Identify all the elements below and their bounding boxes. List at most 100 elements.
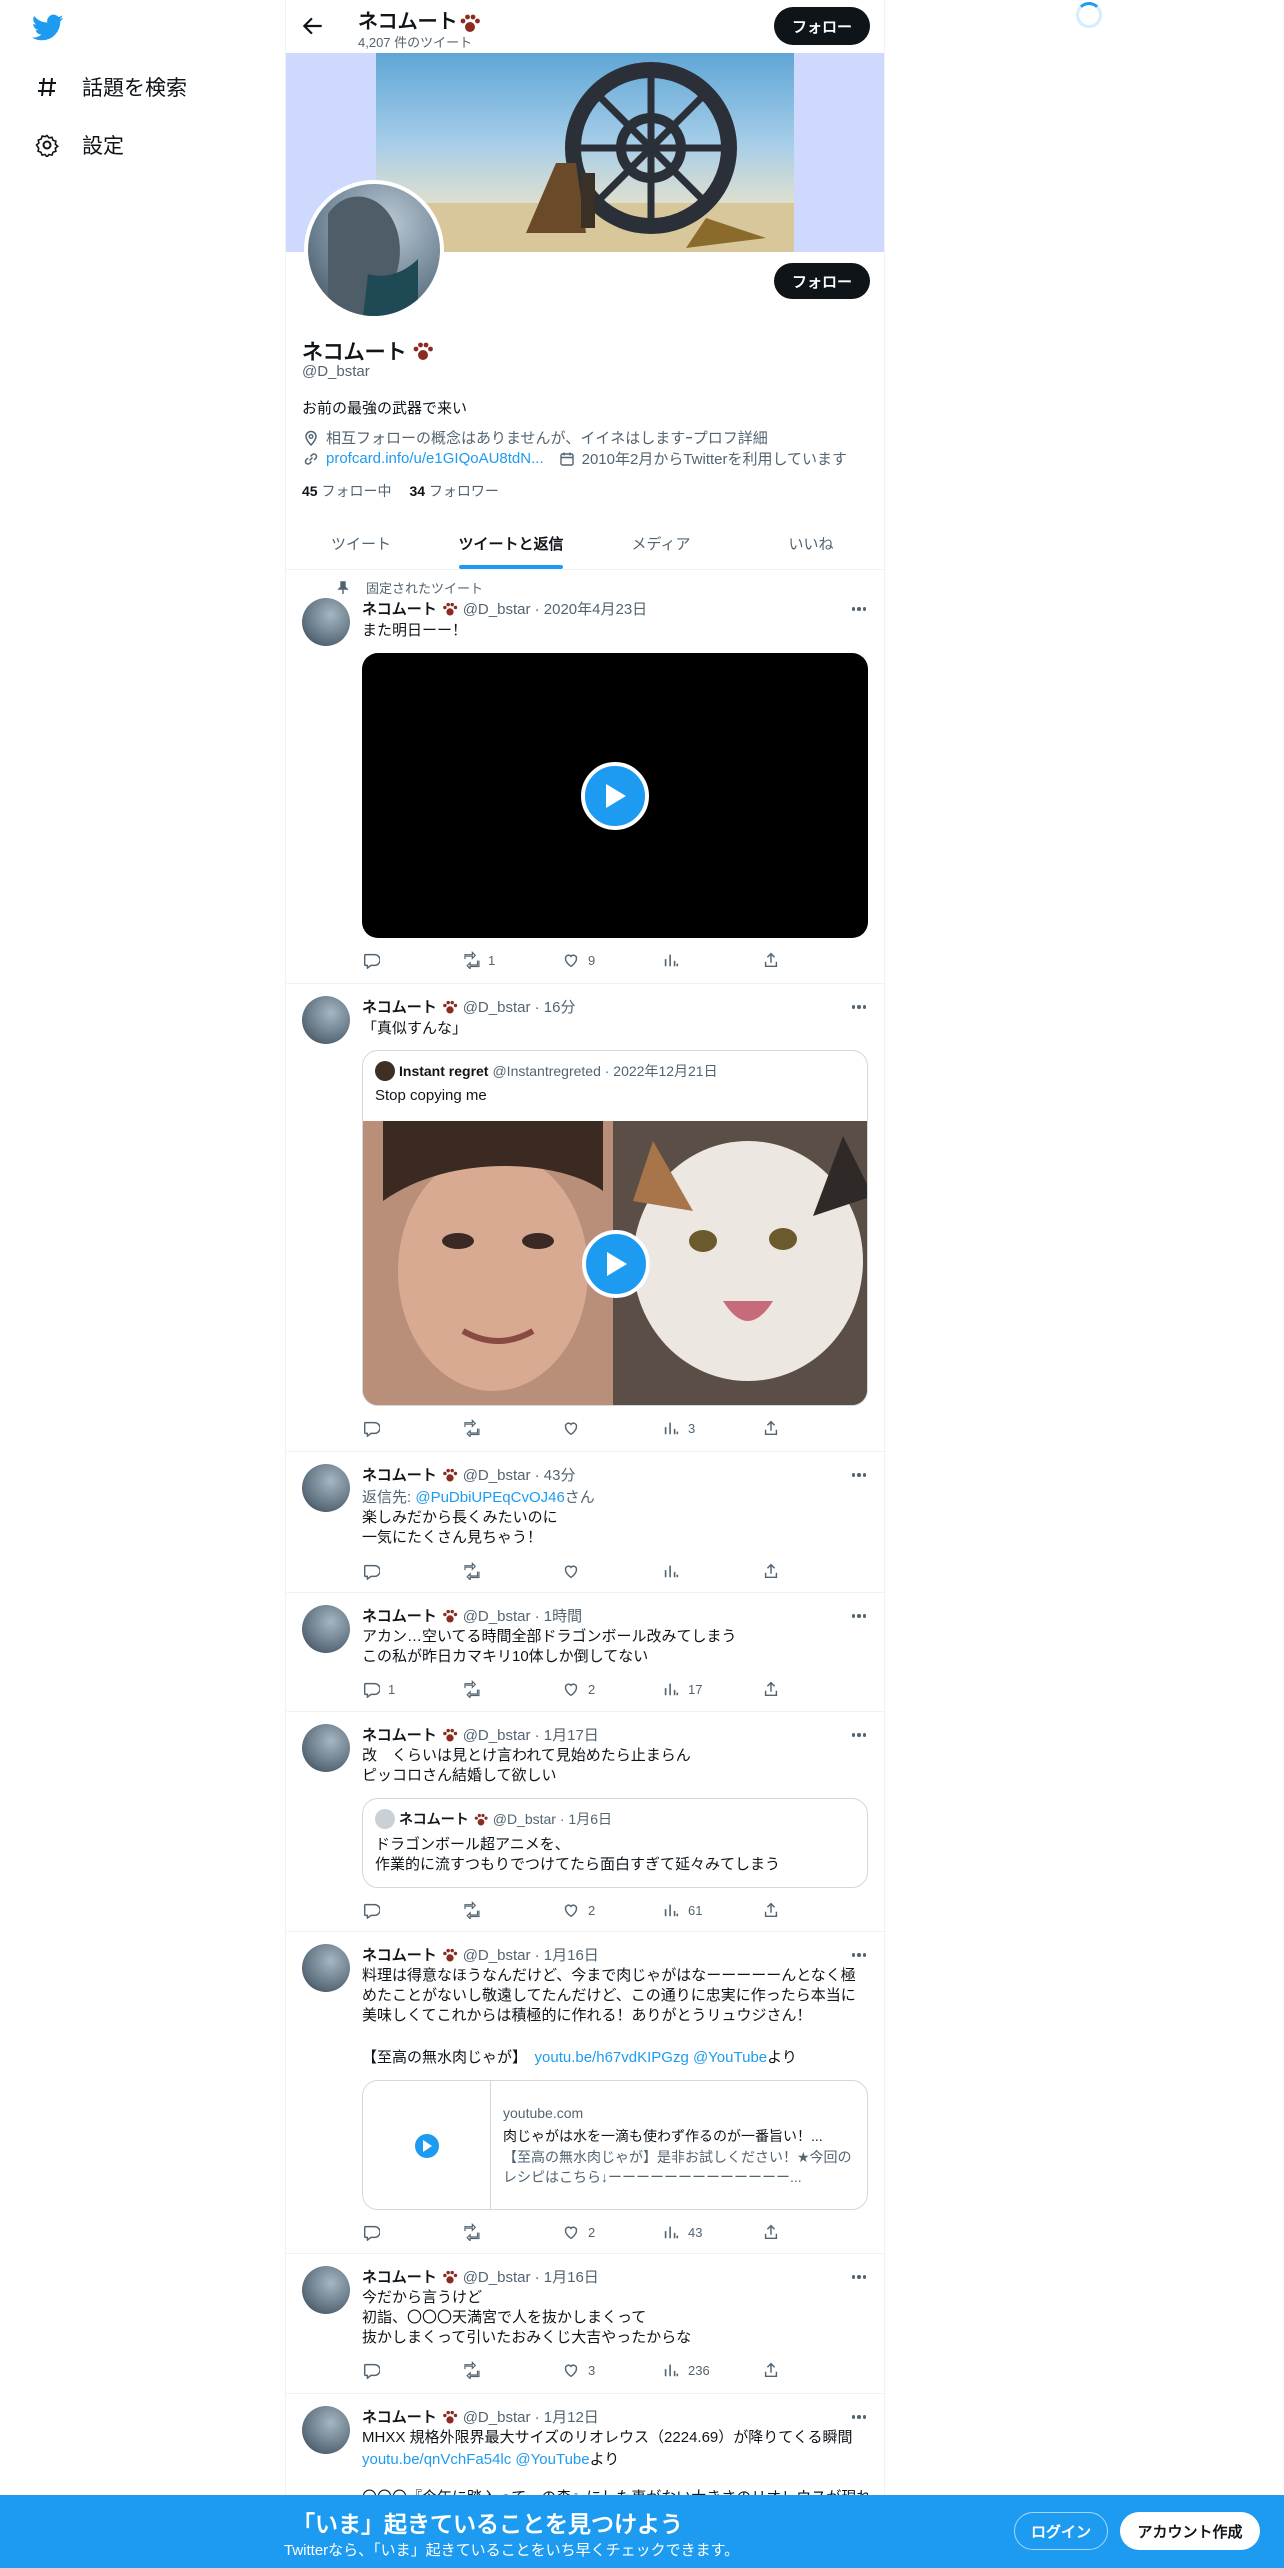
tweet-item[interactable]: ネコムート @D_bstar · 16分 「真似すんな」 Instant regr… xyxy=(286,984,884,1452)
tweet-avatar[interactable] xyxy=(302,1944,350,1992)
tweet-item[interactable]: ネコムート @D_bstar · 43分 返信先: @PuDbiUPEqCvOJ4… xyxy=(286,1452,884,1593)
views-button[interactable]: 17 xyxy=(662,1679,734,1699)
share-button[interactable] xyxy=(762,950,782,970)
followers-stat[interactable]: 34 フォロワー xyxy=(409,481,498,501)
like-button[interactable]: 2 xyxy=(562,1679,634,1699)
play-icon xyxy=(413,2132,441,2160)
retweet-button[interactable] xyxy=(462,1561,534,1581)
like-button[interactable]: 2 xyxy=(562,1900,634,1920)
tab-likes[interactable]: いいね xyxy=(736,517,884,569)
views-chart-icon xyxy=(664,1564,679,1579)
tweet-author-name[interactable]: ネコムート xyxy=(362,1464,437,1485)
tweet-author-name[interactable]: ネコムート xyxy=(362,2266,437,2287)
views-button[interactable]: 61 xyxy=(662,1900,734,1920)
more-options-icon[interactable] xyxy=(848,998,870,1016)
more-options-icon[interactable] xyxy=(848,2268,870,2286)
more-options-icon[interactable] xyxy=(848,1607,870,1625)
youtube-link[interactable]: youtu.be/qnVchFa54lc @YouTube xyxy=(362,2451,590,2468)
like-button[interactable] xyxy=(562,1561,634,1581)
share-button[interactable] xyxy=(762,2222,782,2242)
quote-video[interactable] xyxy=(363,1121,867,1405)
retweet-button[interactable] xyxy=(462,2360,534,2380)
more-options-icon[interactable] xyxy=(848,2408,870,2426)
more-options-icon[interactable] xyxy=(848,1466,870,1484)
quote-avatar xyxy=(375,1061,395,1081)
tweet-item[interactable]: ネコムート @D_bstar · 1月16日 料理は得意なほうなんだけど、今まで肉… xyxy=(286,1932,884,2254)
back-arrow-icon[interactable] xyxy=(300,13,326,39)
like-button[interactable]: 2 xyxy=(562,2222,634,2242)
quote-tweet[interactable]: ネコムート @D_bstar · 1月6日 ドラゴンボール超アニメを、 作業的に… xyxy=(362,1798,868,1888)
reply-to-handle[interactable]: @PuDbiUPEqCvOJ46 xyxy=(415,1489,564,1506)
nav-explore[interactable]: 話題を検索 xyxy=(34,72,187,102)
tweet-author-name[interactable]: ネコムート xyxy=(362,1605,437,1626)
like-button[interactable]: 9 xyxy=(562,950,634,970)
youtube-link[interactable]: youtu.be/h67vdKIPGzg @YouTube xyxy=(535,2049,768,2066)
share-button[interactable] xyxy=(762,1679,782,1699)
tab-media[interactable]: メディア xyxy=(586,517,736,569)
tweet-author-name[interactable]: ネコムート xyxy=(362,1724,437,1745)
tab-tweets[interactable]: ツイート xyxy=(286,517,436,569)
reply-button[interactable] xyxy=(362,1418,434,1438)
tweet-avatar[interactable] xyxy=(302,1724,350,1772)
profile-avatar[interactable] xyxy=(304,180,444,320)
play-icon[interactable] xyxy=(582,1230,650,1298)
tweet-count: 4,207 件のツイート xyxy=(358,35,473,50)
tweet-author-name[interactable]: ネコムート xyxy=(362,996,437,1017)
views-button[interactable]: 236 xyxy=(662,2360,734,2380)
tweet-avatar[interactable] xyxy=(302,2406,350,2454)
views-button[interactable] xyxy=(662,1561,734,1581)
like-count: 9 xyxy=(588,952,596,968)
reply-button[interactable]: 1 xyxy=(362,1679,434,1699)
tweet-item[interactable]: 固定されたツイート ネコムート @D_bstar · 2020年4月23日 また明… xyxy=(286,570,884,984)
share-button[interactable] xyxy=(762,1418,782,1438)
views-button[interactable] xyxy=(662,950,734,970)
signup-button[interactable]: アカウント作成 xyxy=(1120,2512,1260,2550)
reply-button[interactable] xyxy=(362,950,434,970)
retweet-button[interactable] xyxy=(462,2222,534,2242)
retweet-button[interactable] xyxy=(462,1900,534,1920)
more-options-icon[interactable] xyxy=(848,600,870,618)
tweet-author-name[interactable]: ネコムート xyxy=(362,1944,437,1965)
reply-button[interactable] xyxy=(362,2222,434,2242)
tweet-item[interactable]: ネコムート @D_bstar · 1月17日 改 くらいは見とけ言われて見始めたら… xyxy=(286,1712,884,1932)
tweet-avatar[interactable] xyxy=(302,1464,350,1512)
more-options-icon[interactable] xyxy=(848,1726,870,1744)
views-button[interactable]: 43 xyxy=(662,2222,734,2242)
share-button[interactable] xyxy=(762,2360,782,2380)
reply-button[interactable] xyxy=(362,1561,434,1581)
quote-tweet[interactable]: Instant regret @Instantregreted · 2022年1… xyxy=(362,1050,868,1406)
profile-follow-button[interactable]: フォロー xyxy=(774,263,870,299)
tweet-avatar[interactable] xyxy=(302,2266,350,2314)
nav-settings[interactable]: 設定 xyxy=(34,130,124,160)
more-options-icon[interactable] xyxy=(848,1946,870,1964)
tweet-avatar[interactable] xyxy=(302,598,350,646)
play-icon[interactable] xyxy=(581,761,649,830)
header-follow-button[interactable]: フォロー xyxy=(774,7,870,45)
retweet-button[interactable]: 1 xyxy=(462,950,534,970)
login-button[interactable]: ログイン xyxy=(1014,2512,1108,2550)
profile-link[interactable]: profcard.info/u/e1GIQoAU8tdN... xyxy=(326,450,544,467)
reply-icon xyxy=(363,1564,380,1580)
views-button[interactable]: 3 xyxy=(662,1418,734,1438)
following-stat[interactable]: 45 フォロー中 xyxy=(302,481,391,501)
twitter-logo-icon[interactable] xyxy=(32,14,64,42)
tweet-author-name[interactable]: ネコムート xyxy=(362,598,437,619)
tab-tweets-and-replies[interactable]: ツイートと返信 xyxy=(436,517,586,569)
heart-icon xyxy=(564,1565,578,1579)
tweet-avatar[interactable] xyxy=(302,996,350,1044)
like-button[interactable] xyxy=(562,1418,634,1438)
tweet-item[interactable]: ネコムート @D_bstar · 1時間 アカン…空いてる時間全部ドラゴンボール改… xyxy=(286,1593,884,1712)
retweet-button[interactable] xyxy=(462,1418,534,1438)
like-button[interactable]: 3 xyxy=(562,2360,634,2380)
reply-button[interactable] xyxy=(362,2360,434,2380)
tweet-avatar[interactable] xyxy=(302,1605,350,1653)
retweet-button[interactable] xyxy=(462,1679,534,1699)
tweet-author-name[interactable]: ネコムート xyxy=(362,2406,437,2427)
share-button[interactable] xyxy=(762,1561,782,1581)
reply-button[interactable] xyxy=(362,1900,434,1920)
tweet-video[interactable] xyxy=(362,653,868,938)
signup-prompt-subtitle: Twitterなら、「いま」起きていることをいち早くチェックできます。 xyxy=(284,2542,740,2559)
link-card[interactable]: youtube.com 肉じゃがは水を一滴も使わず作るのが一番旨い！... 【至… xyxy=(362,2080,868,2210)
tweet-item[interactable]: ネコムート @D_bstar · 1月16日 今だから言うけど 初詣、〇〇〇天満宮… xyxy=(286,2254,884,2394)
share-button[interactable] xyxy=(762,1900,782,1920)
